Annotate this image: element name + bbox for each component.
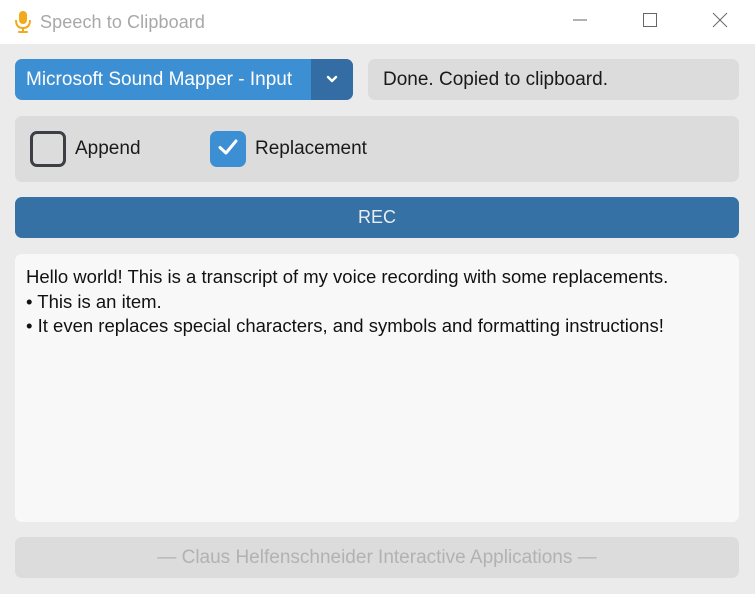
status-text: Done. Copied to clipboard. <box>383 69 608 90</box>
status-box: Done. Copied to clipboard. <box>368 59 739 100</box>
options-panel: Append Replacement <box>15 116 739 182</box>
close-icon <box>712 12 728 33</box>
footer-credit: — Claus Helfenschneider Interactive Appl… <box>15 537 739 578</box>
minimize-icon <box>572 12 588 33</box>
device-selected-label: Microsoft Sound Mapper - Input <box>26 69 293 90</box>
replacement-label[interactable]: Replacement <box>255 138 367 160</box>
maximize-button[interactable] <box>627 0 673 44</box>
footer-text: — Claus Helfenschneider Interactive Appl… <box>157 546 597 568</box>
rec-label: REC <box>357 207 396 227</box>
title-bar[interactable]: Speech to Clipboard <box>0 0 755 44</box>
replacement-checkbox[interactable] <box>210 131 246 167</box>
input-device-dropdown[interactable]: Microsoft Sound Mapper - Input <box>15 59 353 100</box>
append-checkbox[interactable] <box>30 131 66 167</box>
transcript-line: • It even replaces special characters, a… <box>26 315 664 336</box>
close-button[interactable] <box>697 0 743 44</box>
minimize-button[interactable] <box>557 0 603 44</box>
checkmark-icon <box>216 135 240 164</box>
dropdown-arrow-button[interactable] <box>311 59 353 100</box>
maximize-icon <box>642 12 658 33</box>
transcript-line: Hello world! This is a transcript of my … <box>26 266 669 287</box>
microphone-icon <box>12 10 34 34</box>
transcript-line: • This is an item. <box>26 290 162 312</box>
app-window: Speech to Clipboard Microsoft Sound Mapp… <box>0 0 755 594</box>
transcript-textbox[interactable]: Hello world! This is a transcript of my … <box>15 254 739 522</box>
window-title: Speech to Clipboard <box>40 12 206 32</box>
append-label[interactable]: Append <box>75 138 141 160</box>
rec-button[interactable]: REC <box>15 197 739 238</box>
chevron-down-icon <box>325 71 339 89</box>
